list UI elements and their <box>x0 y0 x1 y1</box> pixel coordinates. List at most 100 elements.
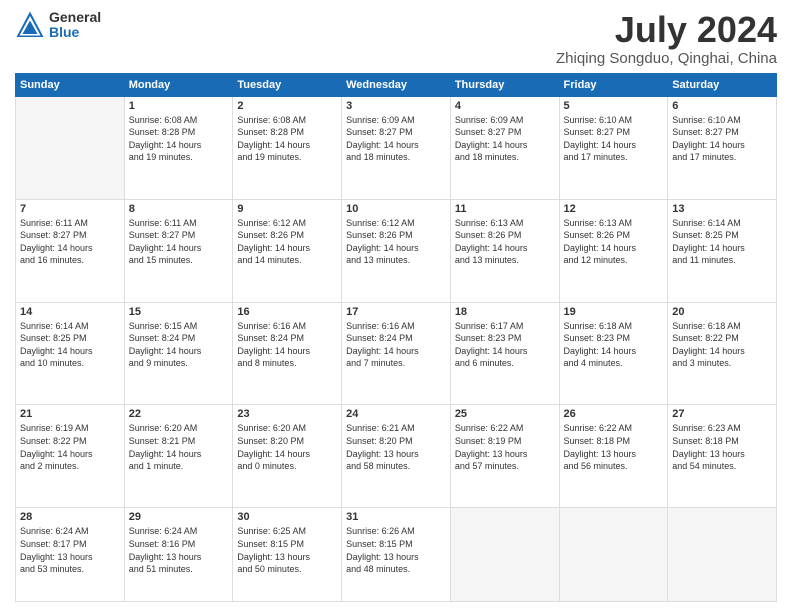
table-row: 28 Sunrise: 6:24 AM Sunset: 8:17 PM Dayli… <box>16 508 125 602</box>
day-info: Sunrise: 6:14 AM Sunset: 8:25 PM Dayligh… <box>672 217 772 267</box>
day-info: Sunrise: 6:17 AM Sunset: 8:23 PM Dayligh… <box>455 320 555 370</box>
table-row: 31 Sunrise: 6:26 AM Sunset: 8:15 PM Dayli… <box>342 508 451 602</box>
table-row: 21 Sunrise: 6:19 AM Sunset: 8:22 PM Dayli… <box>16 405 125 508</box>
title-block: July 2024 Zhiqing Songduo, Qinghai, Chin… <box>556 10 777 67</box>
day-info: Sunrise: 6:08 AM Sunset: 8:28 PM Dayligh… <box>129 114 229 164</box>
table-row: 16Sunrise: 6:16 AM Sunset: 8:24 PM Dayli… <box>233 302 342 405</box>
table-row: 23 Sunrise: 6:20 AM Sunset: 8:20 PM Dayli… <box>233 405 342 508</box>
logo: General Blue <box>15 10 101 41</box>
table-row: 14 Sunrise: 6:14 AM Sunset: 8:25 PM Dayli… <box>16 302 125 405</box>
day-info: Sunrise: 6:24 AM Sunset: 8:16 PM Dayligh… <box>129 525 229 575</box>
table-row: 27 Sunrise: 6:23 AM Sunset: 8:18 PM Dayli… <box>668 405 777 508</box>
col-sunday: Sunday <box>16 73 125 96</box>
day-info: Sunrise: 6:18 AM Sunset: 8:23 PM Dayligh… <box>564 320 664 370</box>
day-number: 7 <box>20 203 120 215</box>
calendar-header-row: Sunday Monday Tuesday Wednesday Thursday… <box>16 73 777 96</box>
col-tuesday: Tuesday <box>233 73 342 96</box>
logo-general: General <box>49 10 101 25</box>
day-number: 20 <box>672 306 772 318</box>
col-thursday: Thursday <box>450 73 559 96</box>
day-number: 21 <box>20 408 120 420</box>
day-number: 8 <box>129 203 229 215</box>
day-info: Sunrise: 6:20 AM Sunset: 8:21 PM Dayligh… <box>129 422 229 472</box>
table-row: 13 Sunrise: 6:14 AM Sunset: 8:25 PM Dayli… <box>668 199 777 302</box>
day-number: 29 <box>129 511 229 523</box>
day-info: Sunrise: 6:10 AM Sunset: 8:27 PM Dayligh… <box>672 114 772 164</box>
day-info: Sunrise: 6:08 AM Sunset: 8:28 PM Dayligh… <box>237 114 337 164</box>
table-row: 1 Sunrise: 6:08 AM Sunset: 8:28 PM Daylig… <box>124 96 233 199</box>
day-number: 24 <box>346 408 446 420</box>
day-number: 3 <box>346 100 446 112</box>
day-info: Sunrise: 6:12 AM Sunset: 8:26 PM Dayligh… <box>346 217 446 267</box>
col-wednesday: Wednesday <box>342 73 451 96</box>
table-row: 4Sunrise: 6:09 AM Sunset: 8:27 PM Daylig… <box>450 96 559 199</box>
page: General Blue July 2024 Zhiqing Songduo, … <box>0 0 792 612</box>
calendar-table: Sunday Monday Tuesday Wednesday Thursday… <box>15 73 777 602</box>
day-info: Sunrise: 6:19 AM Sunset: 8:22 PM Dayligh… <box>20 422 120 472</box>
day-number: 13 <box>672 203 772 215</box>
day-number: 1 <box>129 100 229 112</box>
table-row: 19 Sunrise: 6:18 AM Sunset: 8:23 PM Dayli… <box>559 302 668 405</box>
table-row: 8 Sunrise: 6:11 AM Sunset: 8:27 PM Daylig… <box>124 199 233 302</box>
table-row: 9 Sunrise: 6:12 AM Sunset: 8:26 PM Daylig… <box>233 199 342 302</box>
day-info: Sunrise: 6:18 AM Sunset: 8:22 PM Dayligh… <box>672 320 772 370</box>
day-number: 5 <box>564 100 664 112</box>
logo-blue: Blue <box>49 25 101 40</box>
day-info: Sunrise: 6:13 AM Sunset: 8:26 PM Dayligh… <box>564 217 664 267</box>
day-info: Sunrise: 6:24 AM Sunset: 8:17 PM Dayligh… <box>20 525 120 575</box>
table-row: 10Sunrise: 6:12 AM Sunset: 8:26 PM Dayli… <box>342 199 451 302</box>
table-row: 6Sunrise: 6:10 AM Sunset: 8:27 PM Daylig… <box>668 96 777 199</box>
day-number: 28 <box>20 511 120 523</box>
day-number: 12 <box>564 203 664 215</box>
day-number: 31 <box>346 511 446 523</box>
day-number: 23 <box>237 408 337 420</box>
day-number: 22 <box>129 408 229 420</box>
table-row: 29 Sunrise: 6:24 AM Sunset: 8:16 PM Dayli… <box>124 508 233 602</box>
subtitle: Zhiqing Songduo, Qinghai, China <box>556 50 777 67</box>
day-info: Sunrise: 6:10 AM Sunset: 8:27 PM Dayligh… <box>564 114 664 164</box>
day-number: 26 <box>564 408 664 420</box>
day-number: 9 <box>237 203 337 215</box>
day-info: Sunrise: 6:12 AM Sunset: 8:26 PM Dayligh… <box>237 217 337 267</box>
table-row: 2Sunrise: 6:08 AM Sunset: 8:28 PM Daylig… <box>233 96 342 199</box>
table-row: 30Sunrise: 6:25 AM Sunset: 8:15 PM Dayli… <box>233 508 342 602</box>
table-row: 18 Sunrise: 6:17 AM Sunset: 8:23 PM Dayli… <box>450 302 559 405</box>
table-row: 20 Sunrise: 6:18 AM Sunset: 8:22 PM Dayli… <box>668 302 777 405</box>
day-number: 15 <box>129 306 229 318</box>
day-info: Sunrise: 6:20 AM Sunset: 8:20 PM Dayligh… <box>237 422 337 472</box>
day-info: Sunrise: 6:13 AM Sunset: 8:26 PM Dayligh… <box>455 217 555 267</box>
table-row <box>16 96 125 199</box>
logo-text: General Blue <box>49 10 101 41</box>
day-number: 30 <box>237 511 337 523</box>
day-number: 19 <box>564 306 664 318</box>
day-info: Sunrise: 6:11 AM Sunset: 8:27 PM Dayligh… <box>20 217 120 267</box>
day-number: 11 <box>455 203 555 215</box>
main-title: July 2024 <box>556 10 777 50</box>
table-row: 17 Sunrise: 6:16 AM Sunset: 8:24 PM Dayli… <box>342 302 451 405</box>
col-monday: Monday <box>124 73 233 96</box>
day-number: 17 <box>346 306 446 318</box>
day-info: Sunrise: 6:15 AM Sunset: 8:24 PM Dayligh… <box>129 320 229 370</box>
logo-icon <box>15 10 45 40</box>
day-number: 14 <box>20 306 120 318</box>
table-row: 15 Sunrise: 6:15 AM Sunset: 8:24 PM Dayli… <box>124 302 233 405</box>
day-number: 16 <box>237 306 337 318</box>
day-info: Sunrise: 6:09 AM Sunset: 8:27 PM Dayligh… <box>346 114 446 164</box>
day-number: 27 <box>672 408 772 420</box>
day-number: 25 <box>455 408 555 420</box>
day-info: Sunrise: 6:21 AM Sunset: 8:20 PM Dayligh… <box>346 422 446 472</box>
day-info: Sunrise: 6:11 AM Sunset: 8:27 PM Dayligh… <box>129 217 229 267</box>
day-info: Sunrise: 6:22 AM Sunset: 8:18 PM Dayligh… <box>564 422 664 472</box>
day-info: Sunrise: 6:14 AM Sunset: 8:25 PM Dayligh… <box>20 320 120 370</box>
table-row: 24 Sunrise: 6:21 AM Sunset: 8:20 PM Dayli… <box>342 405 451 508</box>
day-info: Sunrise: 6:23 AM Sunset: 8:18 PM Dayligh… <box>672 422 772 472</box>
col-saturday: Saturday <box>668 73 777 96</box>
table-row: 11 Sunrise: 6:13 AM Sunset: 8:26 PM Dayli… <box>450 199 559 302</box>
day-number: 18 <box>455 306 555 318</box>
table-row: 3 Sunrise: 6:09 AM Sunset: 8:27 PM Daylig… <box>342 96 451 199</box>
day-info: Sunrise: 6:22 AM Sunset: 8:19 PM Dayligh… <box>455 422 555 472</box>
table-row: 26 Sunrise: 6:22 AM Sunset: 8:18 PM Dayli… <box>559 405 668 508</box>
day-info: Sunrise: 6:26 AM Sunset: 8:15 PM Dayligh… <box>346 525 446 575</box>
day-info: Sunrise: 6:16 AM Sunset: 8:24 PM Dayligh… <box>346 320 446 370</box>
table-row <box>450 508 559 602</box>
